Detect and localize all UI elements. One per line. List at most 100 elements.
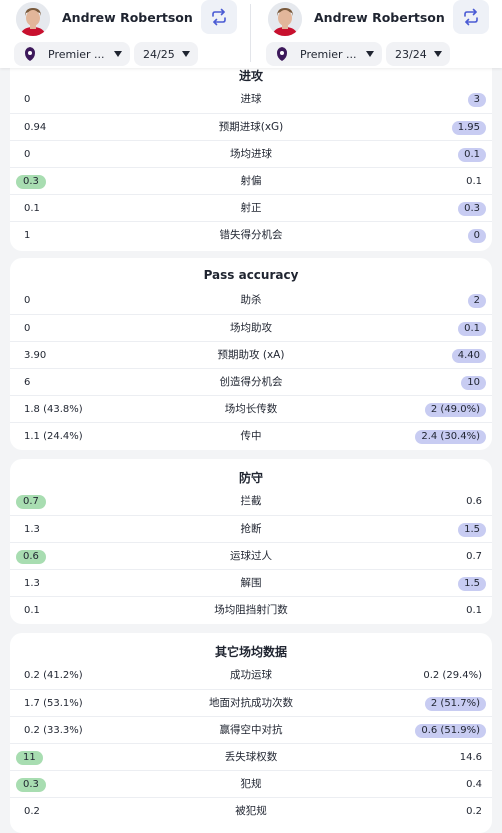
- stat-label: 解围: [240, 577, 262, 589]
- stat-right-value: 2: [467, 294, 486, 308]
- stat-right-value: 0.3: [458, 202, 486, 216]
- stat-label: 场均助攻: [230, 322, 272, 334]
- swap-icon: [212, 8, 226, 26]
- chevron-down-icon: [434, 51, 442, 57]
- stat-label: 被犯规: [235, 805, 267, 817]
- premier-league-icon: [22, 46, 38, 62]
- stat-left-value: 0.94: [24, 122, 47, 133]
- stat-row: 创造得分机会 6 10: [10, 368, 492, 396]
- section-title: 其它场均数据: [214, 645, 287, 659]
- stat-right-value: 0.2: [466, 806, 482, 817]
- stat-right-value: 0.2 (29.4%): [423, 670, 482, 681]
- stat-row: 预期进球(xG) 0.94 1.95: [10, 113, 492, 141]
- chevron-down-icon: [366, 51, 374, 57]
- stat-left-value: 1.3: [24, 524, 40, 535]
- stat-label: 预期助攻 (xA): [217, 349, 285, 361]
- stat-left-value: 0.2 (41.2%): [24, 670, 83, 681]
- stat-right-value: 2 (49.0%): [424, 403, 486, 417]
- stat-label: 抢断: [240, 523, 262, 535]
- stat-label: 射偏: [240, 175, 262, 187]
- stat-right-value: 0.1: [458, 322, 486, 336]
- stat-row: 场均助攻 0 0.1: [10, 314, 492, 342]
- season-select[interactable]: 23/24: [386, 42, 450, 66]
- stat-left-value: 1: [24, 230, 31, 241]
- stat-row: 丢失球权数 11 14.6: [10, 743, 492, 771]
- stat-label: 创造得分机会: [219, 376, 283, 388]
- league-select[interactable]: Premier ...: [14, 42, 130, 66]
- season-select-value: 24/25: [143, 47, 175, 61]
- stat-left-value: 0.2 (33.3%): [24, 725, 83, 736]
- player-name: Andrew Robertson: [62, 10, 193, 25]
- stat-right-value: 3: [467, 93, 486, 107]
- section-title: Pass accuracy: [203, 268, 299, 282]
- stats-section: Pass accuracy 助杀 0 2 场均助攻 0 0.1 预期助攻 (xA) 3.90 4.…: [10, 258, 492, 450]
- stat-row: 射正 0.1 0.3: [10, 194, 492, 222]
- stat-label: 场均阻挡射门数: [214, 604, 288, 616]
- stat-label: 助杀: [240, 294, 262, 306]
- league-select-value: Premier ...: [300, 47, 357, 61]
- stat-label: 拦截: [240, 495, 262, 507]
- stat-row: 进球 0 3: [10, 86, 492, 113]
- stat-right-value: 0: [467, 229, 486, 243]
- stat-right-value: 0.6: [466, 496, 482, 507]
- stat-right-value: 14.6: [459, 752, 482, 763]
- stat-right-value: 1.5: [458, 577, 486, 591]
- stat-label: 进球: [240, 93, 262, 105]
- stat-right-value: 10: [461, 376, 486, 390]
- player-right-column: Andrew Robertson Premier ... 23/24: [252, 0, 502, 68]
- stat-right-value: 0.1: [466, 605, 482, 616]
- stat-right-value: 4.40: [451, 349, 486, 363]
- stat-left-value: 1.1 (24.4%): [24, 431, 83, 442]
- stat-row: 场均进球 0 0.1: [10, 140, 492, 168]
- stat-left-value: 3.90: [24, 350, 47, 361]
- stats-section: 防守 拦截 0.7 0.6 抢断 1.3 1.5 运球过人 0.6 0.7 解围 1.3 1.5 场均阻挡…: [10, 459, 492, 624]
- section-title: 进攻: [238, 69, 263, 83]
- stat-row: 成功运球 0.2 (41.2%) 0.2 (29.4%): [10, 662, 492, 689]
- stat-right-value: 1.5: [458, 523, 486, 537]
- stat-left-value: 0: [24, 295, 31, 306]
- stat-row: 赢得空中对抗 0.2 (33.3%) 0.6 (51.9%): [10, 716, 492, 744]
- stat-left-value: 0.7: [16, 495, 46, 509]
- stat-right-value: 1.95: [451, 121, 486, 135]
- stat-left-value: 0.1: [24, 605, 40, 616]
- player-left-column: Andrew Robertson Premier ... 24/25: [0, 0, 250, 68]
- stat-left-value: 11: [16, 751, 43, 765]
- league-select[interactable]: Premier ...: [266, 42, 382, 66]
- stat-left-value: 0.6: [16, 550, 46, 564]
- player-name: Andrew Robertson: [314, 10, 445, 25]
- stat-row: 被犯规 0.2 0.2: [10, 797, 492, 825]
- stats-section: 进攻 进球 0 3 预期进球(xG) 0.94 1.95 场均进球 0 0.1 射偏 0.3 0.1 射正…: [10, 50, 492, 251]
- league-select-value: Premier ...: [48, 47, 105, 61]
- avatar: [16, 2, 50, 36]
- stat-row: 预期助攻 (xA) 3.90 4.40: [10, 341, 492, 369]
- stat-row: 错失得分机会 1 0: [10, 221, 492, 249]
- stat-left-value: 1.8 (43.8%): [24, 404, 83, 415]
- chevron-down-icon: [182, 51, 190, 57]
- season-select-value: 23/24: [395, 47, 427, 61]
- section-title: 防守: [238, 471, 263, 485]
- player-compare-header: Andrew Robertson Premier ... 24/25 Andre…: [0, 0, 502, 68]
- stat-left-value: 0.3: [16, 175, 46, 189]
- stat-label: 场均进球: [230, 148, 272, 160]
- stat-row: 犯规 0.3 0.4: [10, 770, 492, 798]
- stat-right-value: 0.1: [458, 148, 486, 162]
- stat-left-value: 1.7 (53.1%): [24, 698, 83, 709]
- stats-section: 其它场均数据 成功运球 0.2 (41.2%) 0.2 (29.4%) 地面对抗成功次数…: [10, 633, 492, 833]
- stat-label: 射正: [240, 202, 262, 214]
- premier-league-icon: [274, 46, 290, 62]
- stat-row: 场均阻挡射门数 0.1 0.1: [10, 596, 492, 624]
- stat-label: 运球过人: [230, 550, 272, 562]
- avatar: [268, 2, 302, 36]
- stat-row: 运球过人 0.6 0.7: [10, 542, 492, 570]
- stat-left-value: 0: [24, 94, 31, 105]
- swap-player-button[interactable]: [453, 0, 489, 34]
- stat-left-value: 0.2: [24, 806, 40, 817]
- stat-row: 助杀 0 2: [10, 287, 492, 314]
- swap-player-button[interactable]: [201, 0, 237, 34]
- stat-label: 丢失球权数: [224, 751, 278, 763]
- stat-label: 犯规: [240, 778, 262, 790]
- season-select[interactable]: 24/25: [134, 42, 198, 66]
- stat-row: 抢断 1.3 1.5: [10, 515, 492, 543]
- stat-left-value: 0.3: [16, 778, 46, 792]
- stat-row: 场均长传数 1.8 (43.8%) 2 (49.0%): [10, 395, 492, 423]
